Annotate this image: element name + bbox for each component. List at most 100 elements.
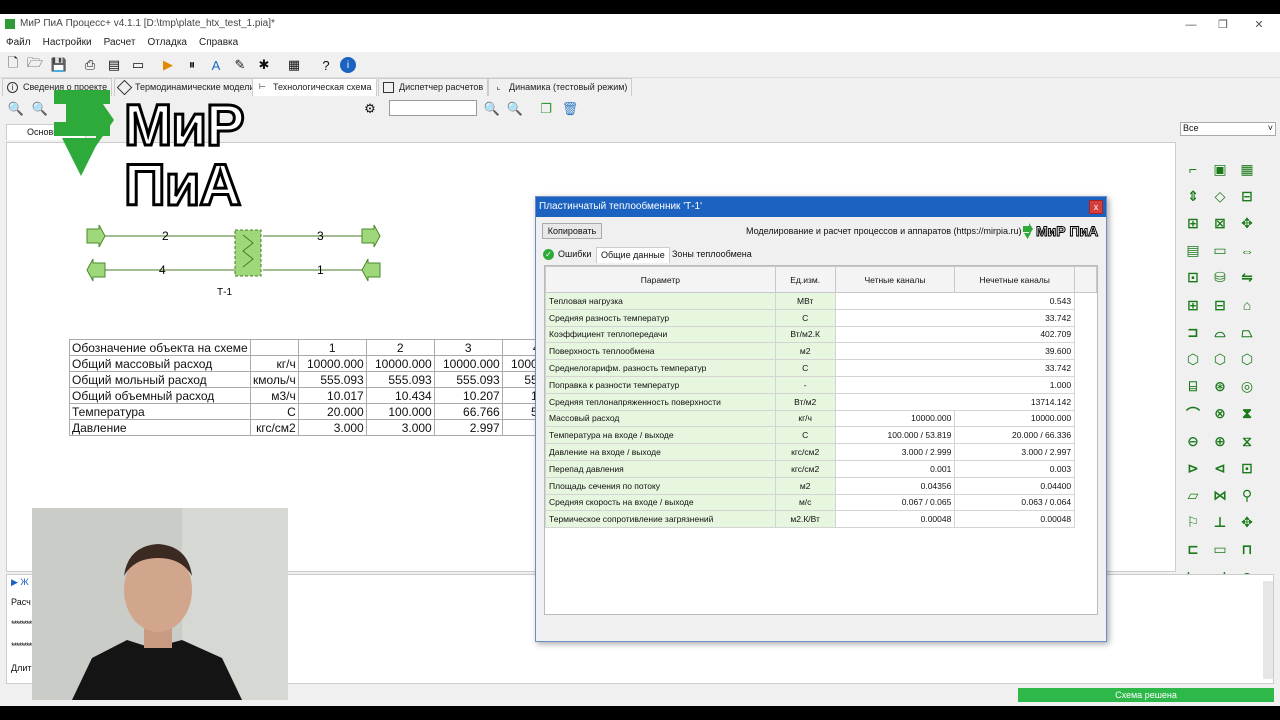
equipment-palette-icon[interactable]: ✥ [1236, 512, 1258, 534]
equipment-palette-icon[interactable]: ▭ [1209, 240, 1231, 262]
menu-file[interactable]: Файл [0, 36, 37, 48]
equipment-palette-icon[interactable]: ⊐ [1182, 321, 1204, 343]
equipment-palette-icon[interactable]: ⬡ [1182, 348, 1204, 370]
equipment-palette-icon[interactable]: ✥ [1236, 212, 1258, 234]
equipment-palette-icon[interactable]: ⊛ [1209, 376, 1231, 398]
table-row[interactable]: Средняя скорость на входе / выходе м/с 0.0… [545, 493, 1097, 512]
equipment-palette-icon[interactable]: ⛁ [1209, 267, 1231, 289]
open-folder-icon[interactable]: 🗁 [25, 55, 45, 75]
equipment-palette-icon[interactable]: ⊳ [1182, 457, 1204, 479]
tab-heat-zones[interactable]: Зоны теплообмена [668, 247, 756, 263]
equipment-palette-icon[interactable]: ▭ [1209, 539, 1231, 561]
brush-icon[interactable]: ✎ [230, 55, 250, 75]
table-row[interactable]: Поверхность теплообмена м2 39.600 [545, 342, 1097, 361]
info-icon[interactable]: i [340, 57, 356, 73]
minimize-button[interactable]: — [1176, 16, 1206, 34]
equipment-palette-icon[interactable]: ⊲ [1209, 457, 1231, 479]
tab-errors[interactable]: ✓ Ошибки [540, 247, 595, 263]
save-icon[interactable]: 💾 [49, 55, 69, 75]
equipment-palette-icon[interactable]: ⊖ [1182, 430, 1204, 452]
equipment-palette-icon[interactable]: ⏢ [1236, 321, 1258, 343]
table-row[interactable]: Средняя разность температур С 33.742 [545, 308, 1097, 327]
table-row[interactable]: Средняя теплонапряженность поверхности Вт… [545, 392, 1097, 411]
table-row[interactable]: Среднелогарифм. разность температур С 33.7… [545, 359, 1097, 377]
dialog-close-button[interactable]: x [1089, 200, 1103, 214]
table-row[interactable]: Температура на входе / выходе С 100.000 / … [545, 426, 1097, 445]
table-row[interactable]: Коэффициент теплопередачи Вт/м2.К 402.709 [545, 325, 1097, 344]
equipment-palette-icon[interactable]: ⬡ [1236, 348, 1258, 370]
zoom-fit-icon[interactable]: 🔍 [30, 99, 50, 119]
component-icon[interactable]: ⚙ [360, 99, 380, 119]
equipment-palette-icon[interactable]: ◎ [1236, 376, 1258, 398]
equipment-palette-icon[interactable]: ⊓ [1236, 539, 1258, 561]
equipment-palette-icon[interactable]: ⊕ [1209, 430, 1231, 452]
equipment-palette-icon[interactable]: ⊏ [1182, 539, 1204, 561]
zoom-in-icon[interactable]: 🔍 [6, 99, 26, 119]
pin-icon[interactable]: ✱ [254, 55, 274, 75]
help-icon[interactable]: ? [316, 55, 336, 75]
equipment-palette-icon[interactable]: ⊟ [1209, 294, 1231, 316]
menu-help[interactable]: Справка [193, 36, 244, 48]
copy-object-icon[interactable]: ❐ [536, 99, 556, 119]
equipment-palette-icon[interactable]: ◇ [1209, 185, 1231, 207]
tab-general-data[interactable]: Общие данные [596, 247, 670, 263]
equipment-palette-icon[interactable]: ⌂ [1236, 294, 1258, 316]
equipment-palette-icon[interactable]: ▦ [1236, 158, 1258, 180]
table-row[interactable]: Тепловая нагрузка МВт 0.543 [545, 292, 1097, 310]
search-input[interactable] [389, 100, 477, 116]
print-icon[interactable]: ⎙ [80, 55, 100, 75]
equipment-palette-icon[interactable]: ⬡ [1209, 348, 1231, 370]
equipment-palette-icon[interactable]: ⚲ [1236, 484, 1258, 506]
param-unit: м2 [774, 342, 836, 361]
equipment-palette-icon[interactable]: ⌐ [1182, 158, 1204, 180]
copy-button[interactable]: Копировать [542, 223, 602, 239]
equipment-palette-icon[interactable]: ⏥ [1182, 484, 1204, 506]
equipment-palette-icon[interactable]: ⊞ [1182, 212, 1204, 234]
equipment-palette-icon[interactable]: ⧗ [1236, 403, 1258, 425]
run-icon[interactable]: ▶ [158, 55, 178, 75]
search-next-icon[interactable]: 🔍 [505, 99, 525, 119]
equipment-palette-icon[interactable]: ⌓ [1209, 321, 1231, 343]
palette-filter-select[interactable]: Все ˅ [1180, 122, 1276, 136]
ruler-icon[interactable]: ▭ [128, 55, 148, 75]
table-row[interactable]: Давление на входе / выходе кгс/см2 3.000 /… [545, 443, 1097, 461]
tab-calc-manager[interactable]: Диспетчер расчетов [378, 78, 489, 96]
equipment-palette-icon[interactable]: ⧖ [1236, 430, 1258, 452]
equipment-palette-icon[interactable]: ⊡ [1236, 457, 1258, 479]
table-row[interactable]: Перепад давления кгс/см2 0.001 0.003 [545, 459, 1097, 478]
log-scrollbar[interactable] [1263, 581, 1273, 679]
menu-calc[interactable]: Расчет [98, 36, 142, 48]
equipment-palette-icon[interactable]: ⇔ [1236, 240, 1258, 262]
table-row[interactable]: Массовый расход кг/ч 10000.000 10000.000 [545, 409, 1097, 428]
equipment-palette-icon[interactable]: ⊞ [1182, 294, 1204, 316]
menu-settings[interactable]: Настройки [37, 36, 98, 48]
equipment-palette-icon[interactable]: ⊠ [1209, 212, 1231, 234]
equipment-palette-icon[interactable]: ⇋ [1236, 267, 1258, 289]
table-row[interactable]: Поправка к разности температур -1.000 [545, 375, 1097, 394]
equipment-palette-icon[interactable]: ⌸ [1182, 376, 1204, 398]
table-row[interactable]: Площадь сечения по потоку м2 0.04356 0.0440… [545, 476, 1097, 495]
pause-icon[interactable]: ⏸ [182, 55, 202, 75]
tab-dynamics[interactable]: ⌞ Динамика (тестовый режим) [488, 78, 633, 96]
equipment-palette-icon[interactable]: ⌒ [1182, 403, 1204, 425]
calculator-icon[interactable]: ▦ [284, 55, 304, 75]
equipment-palette-icon[interactable]: ⊗ [1209, 403, 1231, 425]
search-icon[interactable]: 🔍 [482, 99, 502, 119]
equipment-palette-icon[interactable]: ⇕ [1182, 185, 1204, 207]
equipment-palette-icon[interactable]: ⊥ [1209, 512, 1231, 534]
report-icon[interactable]: ▤ [104, 55, 124, 75]
equipment-palette-icon[interactable]: ▣ [1209, 158, 1231, 180]
close-window-button[interactable]: ✕ [1244, 16, 1274, 34]
delete-icon[interactable]: 🗑 [560, 99, 580, 119]
equipment-palette-icon[interactable]: ⊡ [1182, 267, 1204, 289]
table-row[interactable]: Термическое сопротивление загрязнений м2.… [545, 510, 1097, 529]
equipment-palette-icon[interactable]: ⚐ [1182, 512, 1204, 534]
menu-debug[interactable]: Отладка [141, 36, 193, 48]
equipment-palette-icon[interactable]: ⋈ [1209, 484, 1231, 506]
maximize-button[interactable]: ❐ [1208, 16, 1238, 34]
equipment-palette-icon[interactable]: ⊟ [1236, 185, 1258, 207]
new-file-icon[interactable]: 🗋 [3, 55, 23, 75]
text-style-icon[interactable]: A [206, 55, 226, 75]
equipment-palette-icon[interactable]: ▤ [1182, 240, 1204, 262]
log-tab-icon[interactable]: ▶ Ж [11, 577, 29, 588]
